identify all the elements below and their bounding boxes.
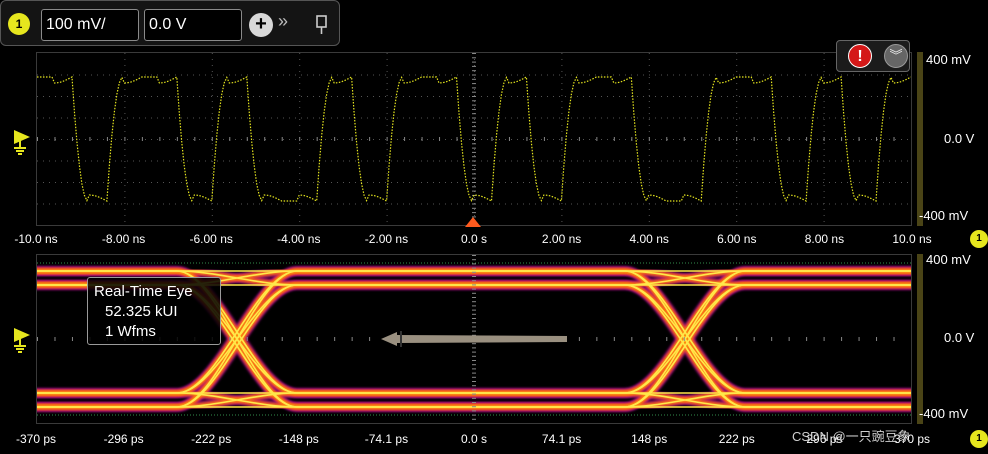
watermark-text: CSDN @一只豌豆象	[792, 429, 911, 444]
collapse-icon[interactable]: ︾	[884, 44, 908, 68]
add-icon[interactable]: +	[249, 13, 273, 37]
eye-time-tick-label: 74.1 ps	[541, 432, 582, 446]
eye-scale-bar	[917, 254, 923, 424]
eye-time-tick-label: 148 ps	[631, 432, 668, 446]
top-volt-bottom: -400 mV	[919, 208, 969, 223]
top-channel-badge[interactable]: 1	[970, 230, 988, 248]
top-volt-top: 400 mV	[926, 52, 971, 67]
top-time-tick-label: -10.0 ns	[14, 232, 58, 246]
top-time-tick-label: 8.00 ns	[804, 232, 845, 246]
expand-icon[interactable]: »	[278, 11, 288, 32]
pin-icon[interactable]	[315, 15, 329, 40]
ground-marker-icon[interactable]	[10, 128, 34, 161]
vertical-offset-field[interactable]: 0.0 V	[144, 9, 242, 41]
top-time-tick-label: -2.00 ns	[364, 232, 409, 246]
eye-volt-top: 400 mV	[926, 252, 971, 267]
top-time-tick-label: -6.00 ns	[189, 232, 233, 246]
top-time-axis: -10.0 ns -8.00 ns -6.00 ns -4.00 ns -2.00 ns…	[0, 232, 988, 248]
top-time-tick-label: -8.00 ns	[101, 232, 146, 246]
top-volt-mid: 0.0 V	[944, 131, 975, 146]
eye-time-tick-label: -74.1 ps	[364, 432, 409, 446]
trigger-position-icon[interactable]	[465, 214, 481, 232]
eye-info-title: Real-Time Eye	[94, 283, 193, 300]
channel-control-bar: 1 100 mV/ 0.0 V + »	[0, 0, 340, 46]
error-icon[interactable]: !	[848, 44, 872, 68]
eye-time-tick-label: -296 ps	[103, 432, 144, 446]
eye-volt-bottom: -400 mV	[919, 406, 969, 421]
eye-time-tick-label: 222 ps	[718, 432, 755, 446]
top-time-tick-label: -4.00 ns	[277, 232, 321, 246]
top-time-tick-label: 4.00 ns	[629, 232, 669, 246]
eye-ground-marker-icon[interactable]	[10, 326, 34, 359]
alert-panel: ! ︾	[836, 40, 910, 72]
eye-channel-badge[interactable]: 1	[970, 430, 988, 448]
waveform-graticule[interactable]	[36, 52, 912, 226]
eye-time-tick-label: -370 ps	[15, 432, 57, 446]
top-time-tick-label: 2.00 ns	[541, 232, 582, 246]
eye-info-box[interactable]: Real-Time Eye 52.325 kUI 1 Wfms	[87, 277, 221, 345]
eye-info-ui: 52.325 kUI	[105, 303, 178, 320]
top-time-tick-label: 0.0 s	[460, 232, 488, 246]
eye-time-tick-label: -222 ps	[191, 432, 232, 446]
channel-badge[interactable]: 1	[8, 13, 30, 35]
eye-time-tick-label: 0.0 s	[460, 432, 488, 446]
top-time-tick-label: 6.00 ns	[717, 232, 757, 246]
vertical-scale-field[interactable]: 100 mV/	[41, 9, 139, 41]
top-scale-bar	[917, 52, 923, 226]
top-time-tick-label: 10.0 ns	[892, 232, 932, 246]
eye-time-tick-label: -148 ps	[278, 432, 319, 446]
waveform-svg	[37, 53, 911, 222]
eye-info-wfms: 1 Wfms	[105, 323, 156, 340]
eye-volt-mid: 0.0 V	[944, 330, 975, 345]
